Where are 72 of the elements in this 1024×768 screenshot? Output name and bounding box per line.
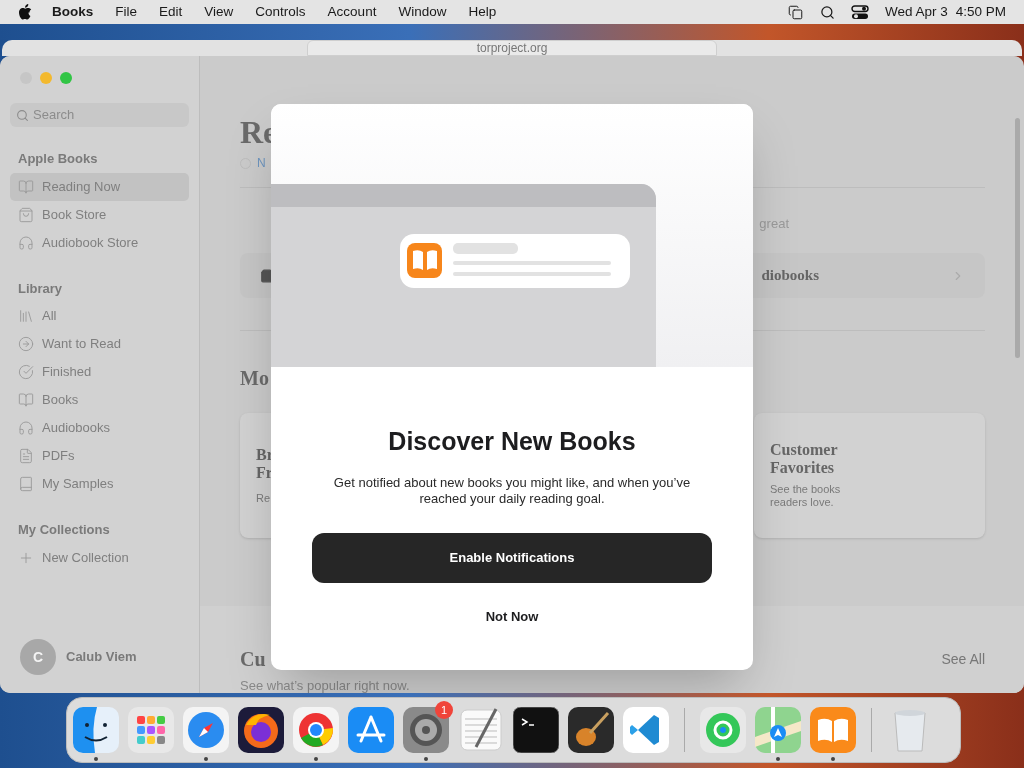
browser-icon[interactable] bbox=[238, 707, 284, 753]
address-field[interactable]: torproject.org bbox=[307, 40, 717, 56]
sidebar-item[interactable]: Book Store bbox=[10, 200, 189, 229]
sidebar-item[interactable]: Finished bbox=[10, 358, 189, 386]
dialog-message: Get notified about new books you might like, and when you’ve reached your daily reading goal. bbox=[332, 474, 692, 507]
menu-item[interactable]: Account bbox=[327, 1, 377, 23]
see-all-link[interactable]: See All bbox=[941, 648, 985, 670]
gear-icon[interactable] bbox=[403, 707, 449, 753]
book-icon[interactable] bbox=[810, 707, 856, 753]
card[interactable]: Customer Favorites See the books readers love. bbox=[754, 413, 985, 538]
sidebar-item[interactable]: Books bbox=[10, 386, 189, 414]
app-store-icon[interactable] bbox=[348, 707, 394, 753]
enable-notifications-button[interactable]: Enable Notifications bbox=[312, 532, 712, 583]
scrollbar[interactable] bbox=[1015, 118, 1020, 358]
menu-item[interactable]: File bbox=[115, 1, 138, 23]
notepad-icon[interactable] bbox=[458, 707, 504, 753]
menu-item[interactable]: View bbox=[204, 1, 234, 23]
section-heading: Cu bbox=[240, 647, 266, 672]
headphones-icon bbox=[18, 420, 34, 436]
menu-item[interactable]: Edit bbox=[159, 1, 183, 23]
sidebar-item[interactable]: Reading Now bbox=[10, 172, 189, 201]
sidebar-item[interactable]: PDFs bbox=[10, 442, 189, 470]
section-heading: Mo bbox=[240, 366, 270, 391]
map-icon[interactable] bbox=[755, 707, 801, 753]
arrow-circle-icon bbox=[18, 336, 34, 352]
toggles-icon[interactable] bbox=[850, 4, 869, 20]
sidebar-section-title: Apple Books bbox=[17, 150, 99, 168]
books-icon bbox=[18, 308, 34, 324]
notification-badge: 1 bbox=[435, 701, 453, 719]
bag-icon bbox=[18, 206, 34, 223]
terminal-icon[interactable] bbox=[513, 707, 559, 753]
sidebar-item[interactable]: My Samples bbox=[10, 470, 189, 498]
open-book-icon bbox=[18, 178, 34, 195]
open-book-icon bbox=[18, 392, 34, 408]
link[interactable]: N bbox=[257, 154, 266, 172]
headphones-icon bbox=[18, 234, 34, 251]
check-circle-icon bbox=[18, 364, 34, 380]
card-title: Customer Favorites bbox=[770, 441, 839, 477]
sidebar-section-title: My Collections bbox=[17, 521, 111, 539]
search-field[interactable]: Search bbox=[10, 103, 189, 127]
app-grid-icon[interactable] bbox=[128, 707, 174, 753]
menu-bar-date[interactable]: Wed Apr 3 bbox=[884, 1, 948, 23]
search-icon bbox=[16, 108, 29, 122]
sidebar-item[interactable]: Audiobook Store bbox=[10, 228, 189, 257]
sidebar-item[interactable]: Want to Read bbox=[10, 330, 189, 358]
document-icon bbox=[18, 448, 34, 464]
menu-bar-clock[interactable]: 4:50 PM bbox=[955, 1, 1006, 23]
menu-item[interactable]: Window bbox=[398, 1, 447, 23]
store-row-label: diobooks bbox=[761, 266, 819, 286]
finder-icon[interactable] bbox=[73, 707, 119, 753]
radar-icon[interactable] bbox=[700, 707, 746, 753]
card-text: Re bbox=[256, 491, 271, 506]
sidebar-item[interactable]: New Collection bbox=[10, 543, 189, 572]
sidebar-item[interactable]: Audiobooks bbox=[10, 414, 189, 442]
user-avatar[interactable]: C bbox=[20, 639, 56, 675]
card-text: See the books readers love. bbox=[770, 483, 842, 509]
not-now-button[interactable]: Not Now bbox=[485, 606, 539, 626]
sidebar-item[interactable]: All bbox=[10, 302, 189, 330]
section-subtitle: See what’s popular right now. bbox=[240, 677, 411, 693]
windows-icon[interactable] bbox=[786, 4, 804, 20]
search-icon[interactable] bbox=[819, 4, 835, 20]
guitar-icon[interactable] bbox=[568, 707, 614, 753]
booklet-icon bbox=[18, 476, 34, 492]
apple-logo-icon[interactable] bbox=[18, 4, 32, 20]
compass-icon[interactable] bbox=[183, 707, 229, 753]
dialog-title: Discover New Books bbox=[388, 426, 636, 457]
code-editor-icon[interactable] bbox=[623, 707, 669, 753]
menu-item[interactable]: Controls bbox=[255, 1, 306, 23]
user-name: Calub Viem bbox=[66, 648, 137, 667]
menu-item[interactable]: Help bbox=[468, 1, 497, 23]
app-menu[interactable]: Books bbox=[52, 1, 94, 23]
sidebar-section-title: Library bbox=[17, 279, 64, 298]
